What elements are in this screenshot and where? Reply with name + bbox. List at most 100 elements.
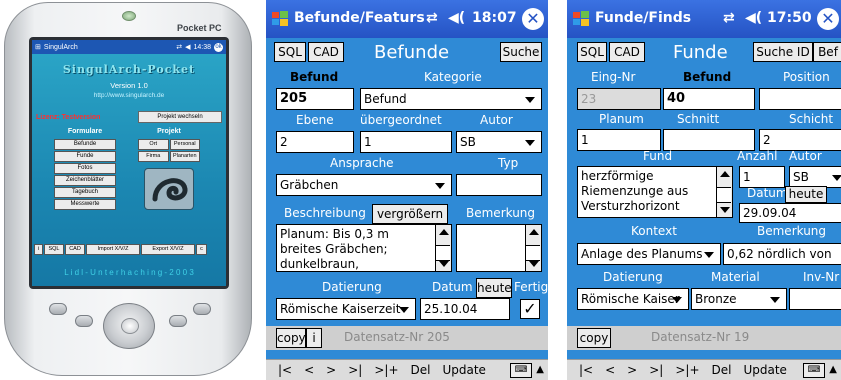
eingnr-field: 23 (577, 88, 661, 110)
calendar-hardware-button[interactable] (49, 303, 67, 315)
first-record-button[interactable]: |< (579, 363, 593, 377)
today-button[interactable]: heute (476, 278, 512, 298)
next-record-button[interactable]: > (326, 363, 336, 377)
befund-field[interactable]: 205 (276, 88, 354, 110)
funde-screen: Funde/Finds ⇄ ◀( 17:50 ✕ SQL CAD Funde S… (567, 0, 841, 380)
windows-flag-icon[interactable] (270, 9, 290, 29)
cad-button[interactable]: CAD (609, 42, 645, 62)
volume-icon[interactable]: ◀( (745, 10, 762, 26)
info-button[interactable]: i (34, 244, 43, 255)
close-icon[interactable]: ✕ (817, 8, 839, 30)
clock[interactable]: 17:50 (767, 10, 812, 26)
update-button[interactable]: Update (743, 363, 786, 377)
form-button-zeichenblaetter[interactable]: Zeichenblätter (54, 175, 116, 186)
action-button[interactable] (121, 318, 139, 334)
navigation-pad[interactable] (103, 303, 155, 349)
copy-button[interactable]: copy (577, 328, 611, 348)
fund-scrollbar[interactable] (716, 167, 732, 217)
datierung-label: Datierung (322, 280, 382, 294)
today-button[interactable]: heute (785, 186, 827, 203)
form-button-befunde[interactable]: Befunde (54, 139, 116, 150)
last-record-button[interactable]: >| (348, 363, 362, 377)
form-button-messwerte[interactable]: Messwerte (54, 199, 116, 210)
update-button[interactable]: Update (442, 363, 485, 377)
kontext-select[interactable]: Anlage des Planums (577, 243, 721, 265)
datierung-select[interactable]: Römische Kaiser (577, 288, 689, 310)
mini-ok-icon[interactable]: ok (214, 42, 223, 52)
befunde-form: SQL CAD Befunde Suche Befund Kategorie 2… (266, 38, 548, 359)
project-button-personal[interactable]: Personal (169, 139, 200, 150)
schicht-field[interactable]: 2 (759, 129, 841, 151)
app-url[interactable]: http://www.singularch.de (32, 92, 226, 99)
kategorie-select[interactable]: Befund (360, 88, 542, 110)
input-menu-arrow-icon[interactable]: ▲ (536, 364, 544, 375)
new-record-button[interactable]: >|+ (374, 363, 398, 377)
close-icon[interactable]: ✕ (522, 8, 544, 30)
sql-button[interactable]: SQL (44, 244, 64, 255)
inbox-hardware-button[interactable] (169, 315, 187, 327)
position-field[interactable] (759, 88, 841, 110)
cad-button[interactable]: CAD (308, 42, 344, 62)
cad-button[interactable]: CAD (65, 244, 85, 255)
form-button-tagebuch[interactable]: Tagebuch (54, 187, 116, 198)
import-button[interactable]: Import X/V/Z (86, 244, 140, 255)
previous-record-button[interactable]: < (304, 363, 314, 377)
autor-select[interactable]: SB (789, 166, 841, 188)
copy-button[interactable]: copy (276, 328, 306, 348)
anzahl-field[interactable]: 1 (739, 166, 785, 188)
keyboard-icon[interactable]: ⌨ (510, 362, 532, 378)
datum-field[interactable]: 29.09.04 (739, 203, 841, 223)
delete-button[interactable]: Del (712, 363, 732, 377)
new-record-button[interactable]: >|+ (675, 363, 699, 377)
info-button[interactable]: i (306, 328, 322, 348)
previous-record-button[interactable]: < (605, 363, 615, 377)
delete-button[interactable]: Del (411, 363, 431, 377)
datum-field[interactable]: 25.10.04 (420, 298, 510, 320)
copyright-button[interactable]: c (196, 244, 207, 255)
windows-flag-icon[interactable] (571, 9, 591, 29)
invnr-field[interactable] (789, 288, 841, 310)
bemerkung-field[interactable]: 0,62 nördlich von (723, 243, 841, 265)
first-record-button[interactable]: |< (278, 363, 292, 377)
beschreibung-scrollbar[interactable] (435, 225, 451, 271)
ansprache-select[interactable]: Gräbchen (276, 174, 452, 196)
autor-select[interactable]: SB (456, 131, 542, 153)
fertig-checkbox[interactable]: ✓ (520, 299, 540, 319)
enlarge-button[interactable]: vergrößern (372, 204, 448, 224)
home-hardware-button[interactable] (193, 303, 211, 315)
app-version: Version 1.0 (110, 81, 148, 90)
clock[interactable]: 18:07 (472, 10, 517, 26)
planum-field[interactable]: 1 (577, 129, 661, 151)
bemerkung-textarea[interactable] (456, 224, 542, 272)
input-menu-arrow-icon[interactable]: ▲ (829, 364, 837, 375)
switch-project-button[interactable]: Projekt wechseln (138, 111, 222, 123)
search-button[interactable]: Suche (500, 42, 542, 62)
datierung-select[interactable]: Römische Kaiserzeit (276, 298, 416, 320)
material-select[interactable]: Bronze (691, 288, 787, 310)
last-record-button[interactable]: >| (649, 363, 663, 377)
form-button-fotos[interactable]: Fotos (54, 163, 116, 174)
search-befund-button[interactable]: Bef (813, 42, 841, 62)
sql-button[interactable]: SQL (274, 42, 306, 62)
beschreibung-textarea[interactable]: Planum: Bis 0,3 m breites Gräbchen; dunk… (276, 224, 452, 272)
bemerkung-scrollbar[interactable] (525, 225, 541, 271)
mini-footer: L i d l - U n t e r h a c h i n g - 2 0 … (64, 268, 194, 277)
keyboard-icon[interactable]: ⌨ (803, 362, 825, 378)
next-record-button[interactable]: > (627, 363, 637, 377)
befund-field[interactable]: 40 (663, 88, 755, 110)
project-button-ort[interactable]: Ort (138, 139, 169, 150)
volume-icon[interactable]: ◀( (448, 10, 465, 26)
schnitt-field[interactable] (663, 129, 755, 151)
fund-textarea[interactable]: herzförmige Riemenzunge aus Versturzhori… (577, 166, 733, 218)
position-label: Position (783, 70, 830, 84)
search-id-button[interactable]: Suche ID (753, 42, 813, 62)
sql-button[interactable]: SQL (577, 42, 607, 62)
project-button-planarten[interactable]: Planarten (169, 151, 200, 162)
contacts-hardware-button[interactable] (75, 315, 93, 327)
project-button-firma[interactable]: Firma (138, 151, 169, 162)
form-button-funde[interactable]: Funde (54, 151, 116, 162)
uebergeordnet-field[interactable]: 1 (360, 131, 452, 153)
export-button[interactable]: Export X/V/Z (141, 244, 195, 255)
ebene-field[interactable]: 2 (276, 131, 354, 153)
typ-field[interactable] (456, 174, 542, 196)
